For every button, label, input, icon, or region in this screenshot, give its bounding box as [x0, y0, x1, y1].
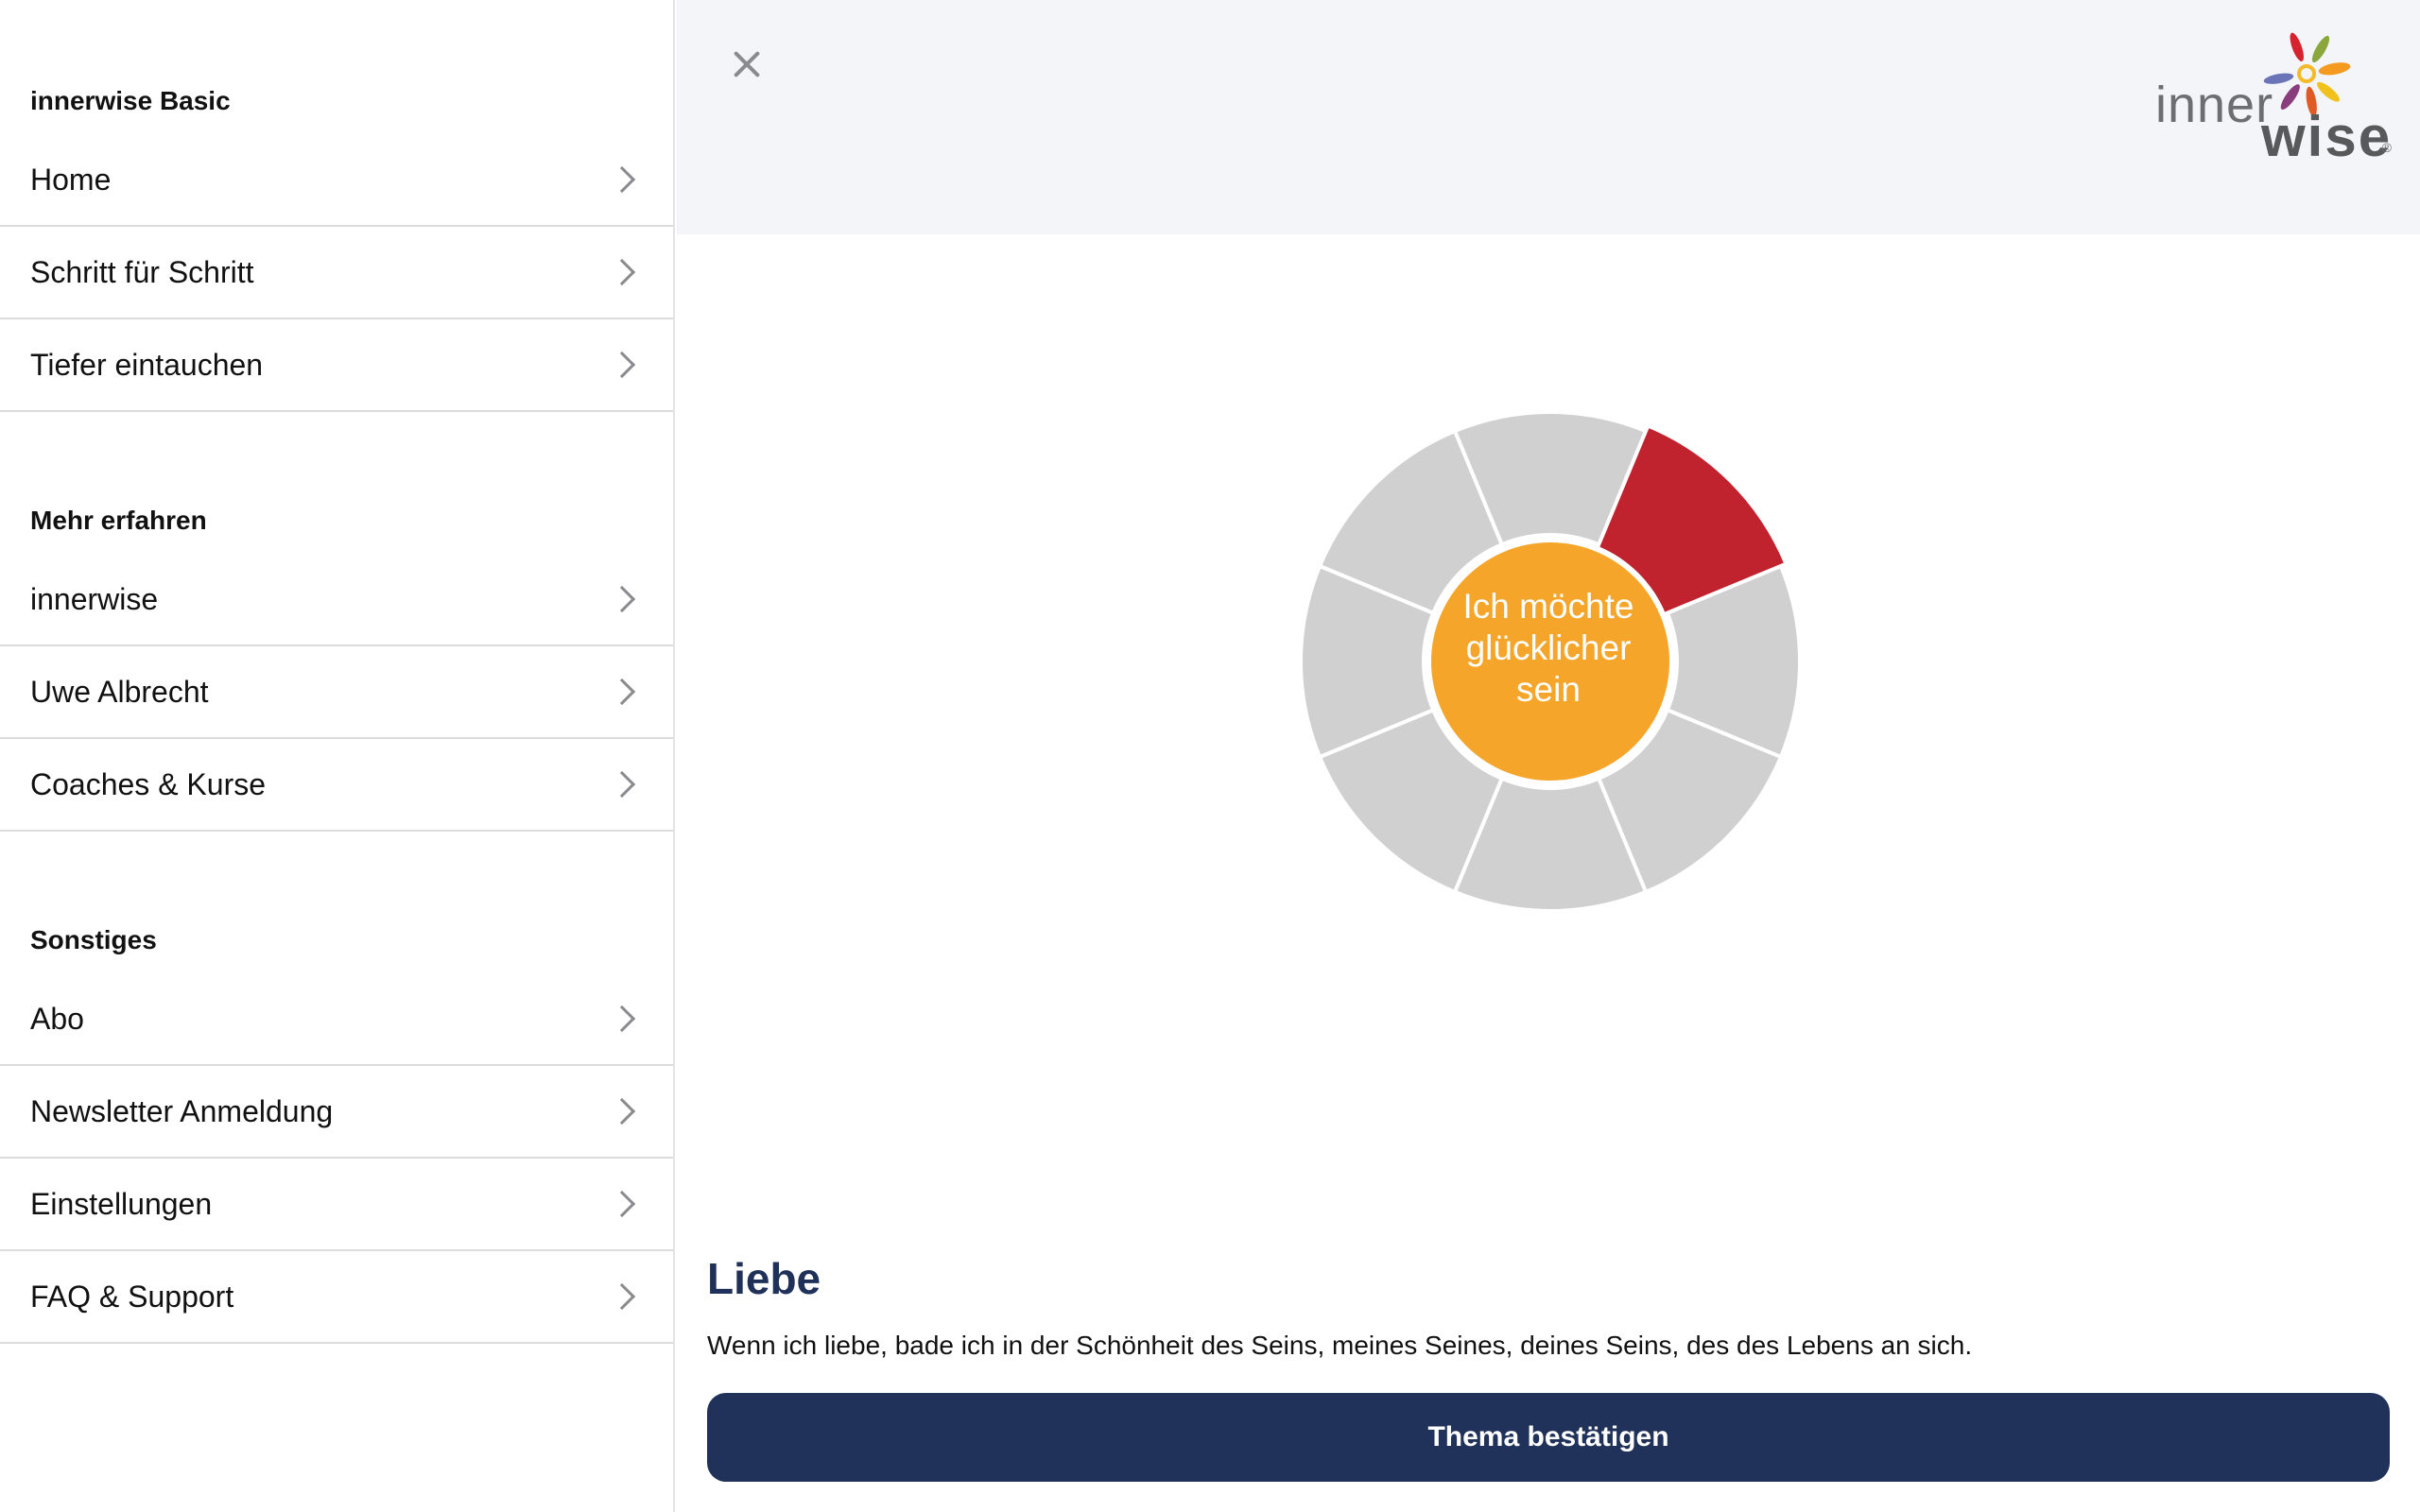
sidebar-item-faq-support[interactable]: FAQ & Support [0, 1251, 673, 1344]
chevron-right-icon [608, 1282, 636, 1311]
chevron-right-icon [608, 678, 636, 706]
sidebar-item-label: Coaches & Kurse [30, 766, 267, 801]
chevron-right-icon [608, 351, 636, 379]
topic-title: Liebe [707, 1254, 821, 1303]
sidebar-item-coaches-kurse[interactable]: Coaches & Kurse [0, 739, 673, 832]
sidebar-section-sonstiges: Sonstiges Abo Newsletter Anmeldung Einst… [0, 907, 673, 1344]
chevron-right-icon [608, 770, 636, 799]
header: inner wise ® [677, 0, 2420, 234]
sidebar-item-tiefer-eintauchen[interactable]: Tiefer eintauchen [0, 319, 673, 412]
sidebar-item-innerwise[interactable]: innerwise [0, 554, 673, 646]
chevron-right-icon [608, 165, 636, 194]
section-title: Mehr erfahren [30, 506, 207, 535]
confirm-topic-button[interactable]: Thema bestätigen [707, 1393, 2390, 1482]
sidebar-item-label: Tiefer eintauchen [30, 347, 264, 382]
center-line-1: Ich möchte [1462, 587, 1634, 626]
chevron-right-icon [608, 1005, 636, 1033]
sidebar-item-label: Einstellungen [30, 1186, 213, 1221]
sidebar-item-label: FAQ & Support [30, 1279, 234, 1314]
sidebar-item-abo[interactable]: Abo [0, 973, 673, 1066]
sidebar-item-schritt-fuer-schritt[interactable]: Schritt für Schritt [0, 227, 673, 319]
logo-registered-mark: ® [2381, 140, 2392, 155]
sidebar-item-label: innerwise [30, 581, 159, 616]
sidebar-item-label: Newsletter Anmeldung [30, 1093, 334, 1128]
center-line-3: sein [1516, 670, 1581, 709]
logo-text-inner: inner [2155, 77, 2274, 133]
chevron-right-icon [608, 1097, 636, 1125]
sidebar-item-uwe-albrecht[interactable]: Uwe Albrecht [0, 646, 673, 739]
sidebar-item-label: Schritt für Schritt [30, 254, 254, 289]
sidebar-section-mehr-erfahren: Mehr erfahren innerwise Uwe Albrecht Coa… [0, 488, 673, 832]
sidebar-section-basic: innerwise Basic Home Schritt für Schritt… [0, 68, 673, 412]
wheel-center-label: Ich möchte glücklicher sein [1431, 586, 1666, 711]
main-content: inner wise ® Ich möchte glücklicher sein… [677, 0, 2420, 1512]
section-title: Sonstiges [30, 925, 157, 954]
sidebar-item-home[interactable]: Home [0, 134, 673, 227]
sidebar-item-newsletter[interactable]: Newsletter Anmeldung [0, 1066, 673, 1159]
topic-description: Wenn ich liebe, bade ich in der Schönhei… [707, 1331, 1973, 1360]
chevron-right-icon [608, 258, 636, 286]
chevron-right-icon [608, 1190, 636, 1218]
logo-text-wise: wise [2261, 105, 2393, 168]
sidebar-item-label: Home [30, 162, 112, 197]
innerwise-logo: inner wise ® [2155, 25, 2392, 168]
section-title: innerwise Basic [30, 86, 231, 115]
center-line-2: glücklicher [1465, 628, 1632, 667]
sidebar: innerwise Basic Home Schritt für Schritt… [0, 0, 675, 1512]
sidebar-item-label: Abo [30, 1001, 84, 1036]
sidebar-item-label: Uwe Albrecht [30, 674, 209, 709]
chevron-right-icon [608, 585, 636, 613]
sidebar-item-einstellungen[interactable]: Einstellungen [0, 1159, 673, 1251]
close-icon[interactable] [724, 42, 769, 87]
